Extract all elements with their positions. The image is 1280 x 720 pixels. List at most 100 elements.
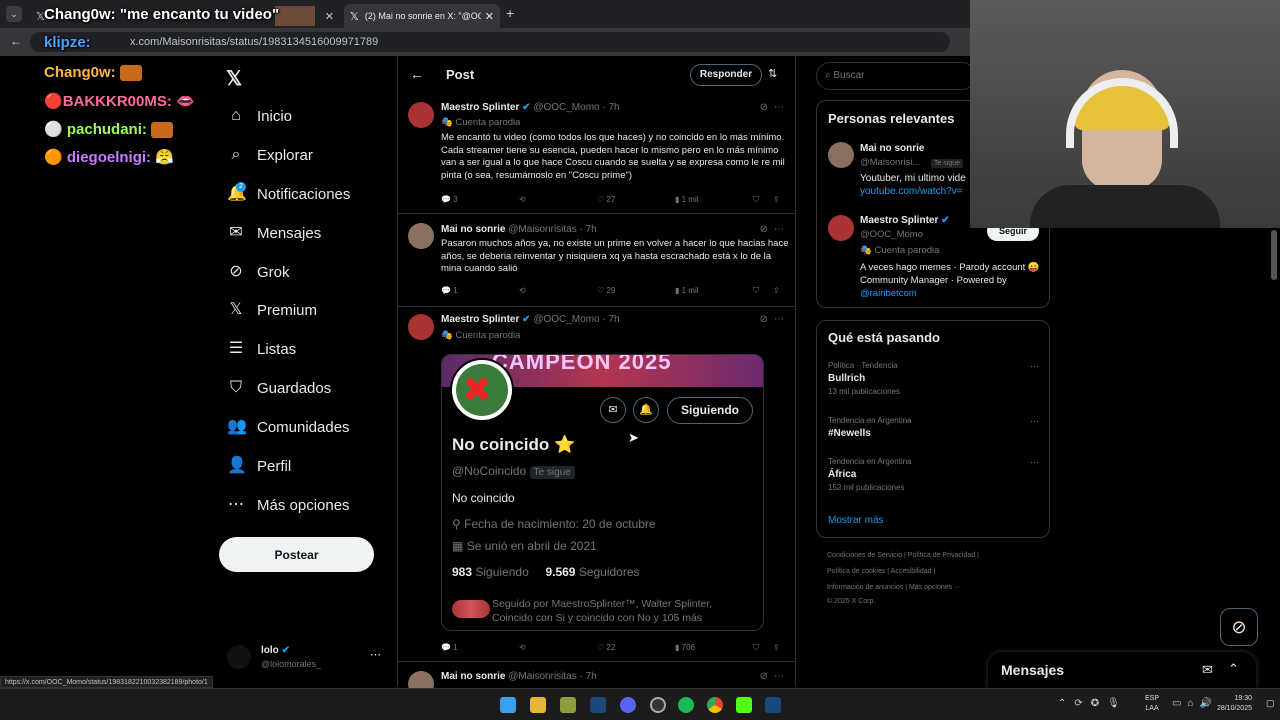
expand-icon[interactable]: ⌃ bbox=[1228, 661, 1239, 677]
browser-tab-active[interactable]: 𝕏 (2) Mai no sonrie en X: "@OOC... ✕ bbox=[344, 4, 500, 28]
show-more-link[interactable]: Mostrar más bbox=[828, 515, 884, 526]
windows-start-icon[interactable] bbox=[500, 697, 516, 713]
bookmark-icon[interactable]: ⛉ bbox=[753, 195, 759, 205]
grok-icon[interactable]: ⊘ bbox=[760, 224, 768, 235]
trend-item[interactable]: Política · Tendencia Bullrich 13 mil pub… bbox=[828, 361, 1043, 401]
sidebar-item-más-opciones[interactable]: ⋯ Más opciones bbox=[227, 491, 350, 519]
kick-icon[interactable] bbox=[736, 697, 752, 713]
trend-item[interactable]: Tendencia en Argentina #Newells ⋯ bbox=[828, 416, 1043, 446]
reply-icon[interactable]: 💬 3 bbox=[441, 195, 458, 204]
notification-center-icon[interactable]: ▢ bbox=[1266, 698, 1275, 709]
reply-button[interactable]: Responder bbox=[690, 64, 762, 86]
back-arrow-icon[interactable]: ← bbox=[10, 34, 22, 48]
system-tray-icons[interactable]: ⌃⟳✪🎙 bbox=[1058, 698, 1128, 709]
following-button[interactable]: Siguiendo bbox=[667, 397, 753, 424]
sidebar-item-comunidades[interactable]: 👥 Comunidades bbox=[227, 413, 350, 441]
compose-grok-button[interactable]: ⊘ bbox=[1220, 608, 1258, 646]
clock[interactable]: 19:30 28/10/2025 bbox=[1208, 694, 1252, 714]
footer-links[interactable]: Política de cookies | Accesibilidad | bbox=[827, 568, 935, 575]
tab-list-button[interactable]: ⌄ bbox=[6, 6, 22, 22]
tweet-author[interactable]: Mai no sonrie @Maisonrisitas · 7h bbox=[441, 671, 597, 682]
search-box[interactable]: ⌕ Buscar bbox=[816, 62, 976, 90]
profile-avatar[interactable]: ✖ bbox=[450, 358, 514, 422]
tweet-author[interactable]: Maestro Splinter ✔ @OOC_Momo · 7h bbox=[441, 102, 620, 113]
views-icon[interactable]: ▮ 1 mil bbox=[675, 286, 699, 295]
sidebar-item-inicio[interactable]: ⌂ Inicio bbox=[227, 102, 292, 130]
person-name[interactable]: Mai no sonrie bbox=[860, 143, 924, 154]
sidebar-item-explorar[interactable]: ⌕ Explorar bbox=[227, 141, 313, 169]
trend-item[interactable]: Tendencia en Argentina África 152 mil pu… bbox=[828, 457, 1043, 497]
share-icon[interactable]: ⇪ bbox=[773, 643, 780, 652]
messages-drawer[interactable]: Mensajes ✉ ⌃ bbox=[988, 652, 1256, 688]
more-icon[interactable]: ⋯ bbox=[774, 314, 784, 325]
grok-icon[interactable]: ⊘ bbox=[760, 314, 768, 325]
avatar[interactable] bbox=[828, 215, 854, 241]
more-icon[interactable]: ⋯ bbox=[370, 648, 381, 661]
avatar[interactable] bbox=[408, 102, 434, 128]
bookmark-icon[interactable]: ⛉ bbox=[753, 643, 759, 653]
avatar[interactable] bbox=[408, 314, 434, 340]
account-switcher[interactable]: lolo ✔ @lolomorales_ ⋯ bbox=[227, 642, 387, 672]
like-icon[interactable]: ♡ 22 bbox=[597, 643, 615, 652]
share-icon[interactable]: ⇪ bbox=[773, 195, 780, 204]
like-icon[interactable]: ♡ 27 bbox=[597, 195, 615, 204]
sidebar-item-mensajes[interactable]: ✉ Mensajes bbox=[227, 219, 321, 247]
tweet-author[interactable]: Mai no sonrie @Maisonrisitas · 7h bbox=[441, 224, 597, 235]
views-icon[interactable]: ▮ 706 bbox=[675, 643, 695, 652]
sidebar-item-premium[interactable]: 𝕏 Premium bbox=[227, 296, 317, 324]
language-indicator[interactable]: ESP LAA bbox=[1145, 694, 1159, 714]
more-icon[interactable]: ⋯ bbox=[1030, 416, 1039, 427]
scrollbar[interactable] bbox=[1271, 230, 1277, 280]
share-icon[interactable]: ⇪ bbox=[773, 286, 780, 295]
more-icon[interactable]: ⋯ bbox=[1030, 361, 1039, 372]
person-name[interactable]: Maestro Splinter ✔ bbox=[860, 215, 950, 226]
bookmark-icon[interactable]: ⛉ bbox=[753, 286, 759, 296]
retweet-icon[interactable]: ⟲ bbox=[519, 643, 526, 652]
avatar[interactable] bbox=[828, 142, 854, 168]
chrome-icon[interactable] bbox=[707, 697, 723, 713]
sliders-icon[interactable]: ⇅ bbox=[768, 67, 777, 80]
more-icon[interactable]: ⋯ bbox=[774, 224, 784, 235]
sidebar-item-grok[interactable]: ⊘ Grok bbox=[227, 258, 289, 286]
grok-icon[interactable]: ⊘ bbox=[760, 102, 768, 113]
sidebar-item-listas[interactable]: ☰ Listas bbox=[227, 335, 296, 363]
more-icon[interactable]: ⋯ bbox=[774, 102, 784, 113]
url-field[interactable]: x.com/Maisonrisitas/status/1983134516009… bbox=[30, 32, 950, 52]
steam-icon[interactable] bbox=[590, 697, 606, 713]
grok-icon[interactable]: ⊘ bbox=[760, 671, 768, 682]
steam-icon[interactable] bbox=[765, 697, 781, 713]
obs-icon[interactable] bbox=[650, 697, 666, 713]
reply-icon[interactable]: 💬 1 bbox=[441, 286, 458, 295]
x-logo-icon[interactable]: 𝕏 bbox=[226, 66, 242, 91]
file-explorer-icon[interactable] bbox=[530, 697, 546, 713]
avatar[interactable] bbox=[408, 223, 434, 249]
new-message-icon[interactable]: ✉ bbox=[1202, 662, 1213, 678]
close-tab-icon[interactable]: ✕ bbox=[485, 10, 494, 23]
spotify-icon[interactable] bbox=[678, 697, 694, 713]
more-icon[interactable]: ⋯ bbox=[774, 671, 784, 682]
notify-bell-icon[interactable]: 🔔 bbox=[633, 397, 659, 423]
retweet-icon[interactable]: ⟲ bbox=[519, 286, 526, 295]
tweet[interactable]: Maestro Splinter ✔ @OOC_Momo · 7h ⊘ ⋯ 🎭 … bbox=[398, 94, 796, 214]
footer-links[interactable]: Condiciones de Servicio | Política de Pr… bbox=[827, 552, 979, 559]
profile-stats[interactable]: 983 Siguiendo 9.569 Seguidores bbox=[452, 565, 640, 579]
reply-icon[interactable]: 💬 1 bbox=[441, 643, 458, 652]
like-icon[interactable]: ♡ 29 bbox=[597, 286, 615, 295]
person-link[interactable]: @rainbetcom bbox=[860, 288, 917, 299]
sidebar-item-perfil[interactable]: 👤 Perfil bbox=[227, 452, 291, 480]
back-arrow-icon[interactable]: ← bbox=[410, 66, 424, 82]
message-icon[interactable]: ✉ bbox=[600, 397, 626, 423]
person-link[interactable]: youtube.com/watch?v= bbox=[860, 186, 963, 197]
footer-links[interactable]: Información de anuncios | Más opciones ·… bbox=[827, 584, 961, 591]
sidebar-item-guardados[interactable]: ⛉ Guardados bbox=[227, 374, 331, 402]
discord-icon[interactable] bbox=[620, 697, 636, 713]
retweet-icon[interactable]: ⟲ bbox=[519, 195, 526, 204]
profile-card[interactable]: CAMPEON 2025 ✖ ✉ 🔔 Siguiendo No coincido… bbox=[441, 354, 764, 631]
more-icon[interactable]: ⋯ bbox=[1030, 457, 1039, 468]
new-tab-button[interactable]: + bbox=[506, 5, 514, 21]
views-icon[interactable]: ▮ 1 mil bbox=[675, 195, 699, 204]
tweet[interactable]: Mai no sonrie @Maisonrisitas · 7h ⊘ ⋯ Pa… bbox=[398, 215, 796, 307]
close-tab-icon[interactable]: ✕ bbox=[325, 10, 334, 23]
post-button[interactable]: Postear bbox=[219, 537, 374, 572]
tweet-author[interactable]: Maestro Splinter ✔ @OOC_Momo · 7h bbox=[441, 314, 620, 325]
